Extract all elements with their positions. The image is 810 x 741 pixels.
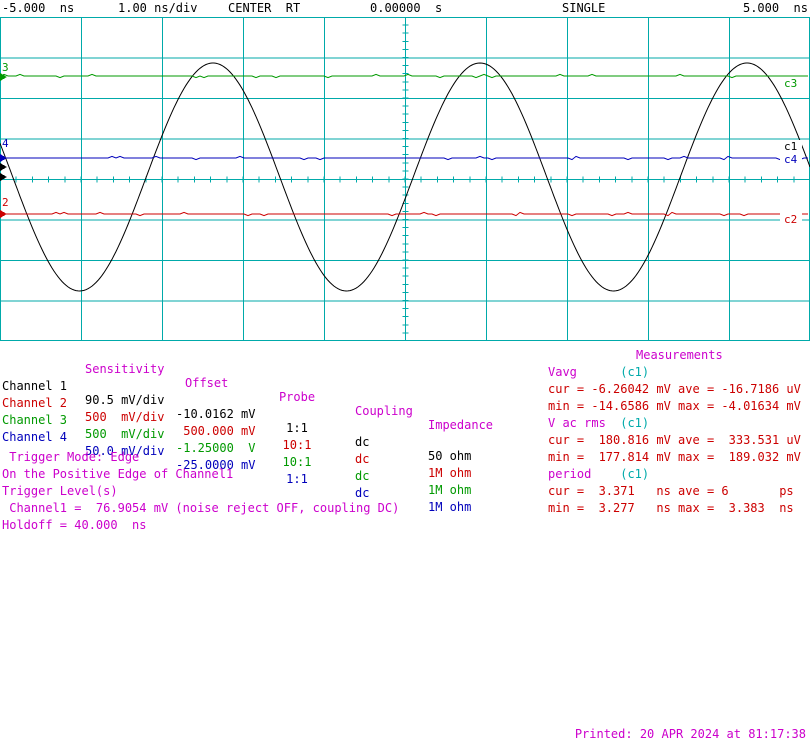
level-marker-icon [0,163,7,171]
channel-coupling: dc [355,452,370,466]
trigger-level-value: Channel1 = 76.9054 mV (noise reject OFF,… [2,501,400,515]
measurement-row: cur = 3.371 ns ave = 6 ps [548,484,794,498]
window-stop-time: 5.000 ns [742,1,808,15]
channel-number-marker: 4 [2,137,9,150]
measurement-row: cur = 180.816 mV ave = 333.531 uV [548,433,801,447]
col-header-sensitivity: Sensitivity [85,362,165,376]
trigger-edge-line: On the Positive Edge of Channel1 [2,467,234,481]
trace-label-c1: c1 [784,140,797,153]
channel-probe: 1:1 [286,472,308,486]
trace-channel-2 [0,211,808,217]
channel-probe: 1:1 [286,421,308,435]
measurement-group-label: V ac rms (c1) [548,416,649,433]
channel-impedance: 50 ohm [428,449,472,463]
trigger-levels-line: Trigger Level(s) [2,484,118,498]
measurement-group-label: Vavg (c1) [548,365,649,382]
measurement-row: cur = -6.26042 mV ave = -16.7186 uV [548,382,801,396]
measurement-row: min = 3.277 ns max = 3.383 ns [548,501,794,515]
measurement-source: (c1) [620,467,650,481]
measurement-row: min = -14.6586 mV max = -4.01634 mV [548,399,801,413]
channel-impedance: 1M ohm [428,483,472,497]
graticule: c3 c1c4 c2 3 4 2 [0,17,810,341]
channel-2-row: Channel 2 500 mV/div 500.000 mV 10:1 dc … [2,382,471,480]
channel-sensitivity: 90.5 mV/div [85,393,165,407]
settings-header-row: Sensitivity Offset Probe Coupling Impeda… [2,348,493,432]
channel-sensitivity: 500 mV/div [85,410,165,424]
col-header-coupling: Coupling [355,404,413,418]
reference-position: CENTER RT [228,1,301,15]
acquisition-mode: SINGLE [562,1,606,15]
channel-impedance: 1M ohm [428,466,472,480]
measurement-source: (c1) [620,365,650,379]
trigger-mode-line: Trigger Mode: Edge [2,450,140,464]
channel-number-marker: 2 [2,196,9,209]
level-marker-icon [0,210,7,218]
channel-4-row: Channel 4 50.0 mV/div -25.0000 mV 1:1 dc… [2,416,471,514]
oscilloscope-print: -5.000 ns 1.00 ns/div CENTER RT 0.00000 … [0,0,810,741]
measurement-group-label: period (c1) [548,467,649,484]
readout-area: Sensitivity Offset Probe Coupling Impeda… [2,347,808,547]
level-marker-icon [0,154,7,162]
col-header-impedance: Impedance [428,418,494,432]
channel-offset: 500.000 mV [176,424,256,438]
measurement-row: min = 177.814 mV max = 189.032 mV [548,450,801,464]
channel-coupling: dc [355,435,370,449]
channel-coupling: dc [355,469,370,483]
channel-coupling: dc [355,486,370,500]
channel-sensitivity: 500 mV/div [85,427,165,441]
measurement-name: period [548,467,592,481]
trace-label-c3: c3 [784,77,797,90]
trace-label-c4: c4 [784,153,798,166]
measurements-title: Measurements [636,348,723,362]
channel-offset: -1.25000 V [176,441,256,455]
trace-channel-3 [0,73,808,79]
timebase-scale: 1.00 ns/div [118,1,198,15]
channel-name: Channel 4 [2,430,68,444]
channel-probe: 10:1 [282,438,312,452]
measurement-name: Vavg [548,365,577,379]
col-header-probe: Probe [278,390,316,404]
channel-number-marker: 3 [2,61,9,74]
window-start-time: -5.000 ns [2,1,75,15]
col-header-offset: Offset [185,376,229,390]
channel-3-row: Channel 3 500 mV/div -1.25000 V 10:1 dc … [2,399,471,497]
trace-label-c2: c2 [784,213,797,226]
trigger-holdoff-line: Holdoff = 40.000 ns [2,518,147,532]
measurement-name: V ac rms [548,416,606,430]
channel-probe: 10:1 [282,455,312,469]
delay-time: 0.00000 s [370,1,443,15]
channel-offset: -10.0162 mV [176,407,256,421]
channel-1-row: Channel 1 90.5 mV/div -10.0162 mV 1:1 dc… [2,365,471,463]
measurement-source: (c1) [620,416,650,430]
print-timestamp: Printed: 20 APR 2024 at 81:17:38 [574,727,806,741]
channel-impedance: 1M ohm [428,500,472,514]
